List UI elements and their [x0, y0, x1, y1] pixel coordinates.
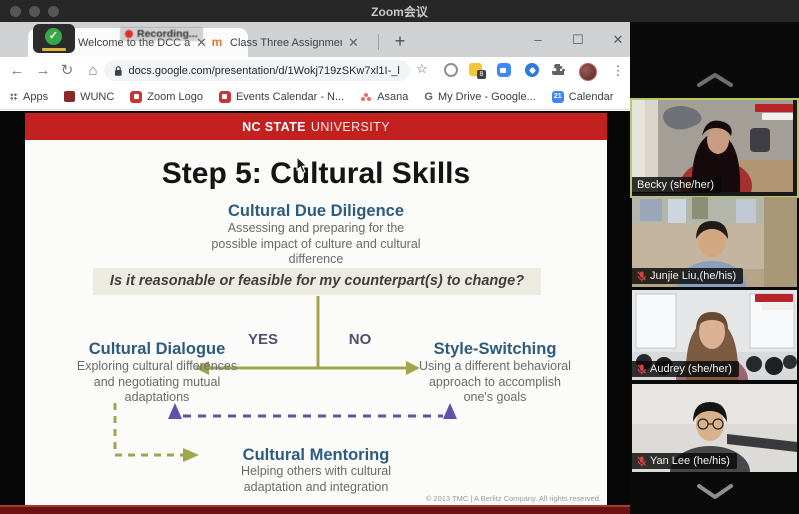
bookmark-asana[interactable]: Asana [360, 91, 408, 103]
bookmark-star-icon[interactable]: ☆ [416, 61, 428, 77]
no-label: NO [335, 331, 385, 348]
video-tile-yan[interactable]: Yan Lee (he/his) [632, 384, 797, 472]
recording-dot-icon [125, 30, 133, 38]
back-button[interactable]: ← [8, 62, 26, 80]
events-calendar-favicon [219, 91, 231, 103]
zoom-logo-favicon [130, 91, 142, 103]
style-switching-heading: Style-Switching [395, 340, 595, 359]
zoom-titlebar: Zoom会议 [0, 0, 799, 22]
dialogue-heading: Cultural Dialogue [57, 340, 257, 359]
scroll-up-chevron-icon[interactable] [630, 70, 799, 90]
shared-browser-window: Welcome to the DCC at NC State ✕ m Class… [0, 22, 630, 514]
video-tile-audrey[interactable]: Audrey (she/her) [632, 290, 797, 380]
overlay-badge [755, 104, 793, 120]
scroll-down-chevron-icon[interactable] [630, 480, 799, 502]
participant-name-tag: Audrey (she/her) [632, 361, 739, 377]
window-bottom-edge [0, 505, 630, 514]
muted-mic-icon [637, 271, 646, 282]
browser-toolbar: ← → ↻ ⌂ docs.google.com/presentation/d/1… [0, 57, 630, 85]
extensions-puzzle-icon[interactable] [551, 63, 567, 79]
tab-separator [378, 34, 379, 50]
tab-strip: Welcome to the DCC at NC State ✕ m Class… [0, 22, 630, 57]
muted-mic-icon [637, 456, 646, 467]
reload-button[interactable]: ↻ [58, 62, 76, 80]
copyright-text: © 2013 TMC | A Berlitz Company. All righ… [426, 494, 601, 503]
security-extension-icon[interactable]: ✓ [33, 24, 75, 53]
shield-check-icon: ✓ [45, 28, 62, 45]
browser-menu-icon[interactable]: ⋮ [610, 63, 626, 79]
google-drive-favicon: G [424, 91, 433, 103]
extension-circle-icon[interactable] [444, 63, 460, 79]
wunc-favicon [64, 91, 75, 102]
window-maximize-button[interactable]: ☐ [566, 29, 590, 51]
tab-close-icon[interactable]: ✕ [348, 36, 359, 49]
participant-name-tag: Becky (she/her) [632, 177, 721, 193]
participant-name-tag: Junjie Liu,(he/his) [632, 268, 743, 284]
bookmark-apps[interactable]: Apps [10, 91, 48, 103]
tab-class-three-assignment[interactable]: m Class Three Assignment: Discuss ✕ [204, 28, 398, 57]
asana-favicon [360, 93, 372, 101]
recording-label: Recording... [137, 28, 198, 40]
moodle-favicon: m [210, 36, 224, 50]
window-close-button[interactable]: ✕ [606, 29, 630, 51]
new-tab-button[interactable]: + [388, 30, 412, 54]
zoom-extension-icon[interactable] [497, 63, 513, 79]
window-minimize-button[interactable]: – [526, 29, 550, 51]
bookmarks-bar: Apps WUNC Zoom Logo Events Calendar - N.… [0, 84, 630, 110]
shield-bar-decoration [42, 48, 66, 51]
mentoring-heading: Cultural Mentoring [25, 446, 607, 465]
slide: NC STATE UNIVERSITY Step 5: Cultural Ski… [25, 113, 607, 505]
presentation-viewport: NC STATE UNIVERSITY Step 5: Cultural Ski… [0, 111, 630, 505]
zoom-window-title: Zoom会议 [0, 3, 799, 20]
bookmark-events-calendar[interactable]: Events Calendar - N... [219, 91, 344, 103]
dialogue-body: Exploring cultural differences and negot… [57, 359, 257, 406]
bookmark-zoom-logo[interactable]: Zoom Logo [130, 91, 203, 103]
home-button[interactable]: ⌂ [84, 62, 102, 80]
bookmark-wunc[interactable]: WUNC [64, 91, 114, 103]
blue-app-extension-icon[interactable] [525, 63, 541, 79]
video-tile-becky[interactable]: Becky (she/her) [630, 98, 799, 198]
participants-panel: Becky (she/her) Junjie Liu,(he/his) [630, 22, 799, 514]
participant-name-tag: Yan Lee (he/his) [632, 453, 737, 469]
extension-badge: 8 [477, 70, 486, 79]
address-bar[interactable]: docs.google.com/presentation/d/1Wokj719z… [104, 60, 410, 81]
profile-avatar[interactable] [579, 63, 597, 81]
forward-button[interactable]: → [34, 62, 52, 80]
bookmark-calendar[interactable]: 21 Calendar [552, 91, 614, 103]
mouse-cursor [295, 156, 308, 175]
url-text: docs.google.com/presentation/d/1Wokj719z… [129, 65, 400, 77]
style-switching-body: Using a different behavioral approach to… [395, 359, 595, 406]
video-tile-junjie[interactable]: Junjie Liu,(he/his) [632, 197, 797, 287]
bookmark-my-drive[interactable]: G My Drive - Google... [424, 91, 535, 103]
lock-icon [114, 65, 123, 77]
muted-mic-icon [637, 364, 646, 375]
calendar-favicon: 21 [552, 91, 564, 103]
tab-title: Class Three Assignment: Discuss [230, 37, 342, 49]
recording-indicator: Recording... [120, 27, 203, 41]
overlay-badge [755, 294, 793, 310]
keep-extension-icon[interactable]: 8 [469, 63, 485, 79]
mentoring-body: Helping others with cultural adaptation … [25, 464, 607, 495]
apps-grid-icon [10, 93, 18, 101]
